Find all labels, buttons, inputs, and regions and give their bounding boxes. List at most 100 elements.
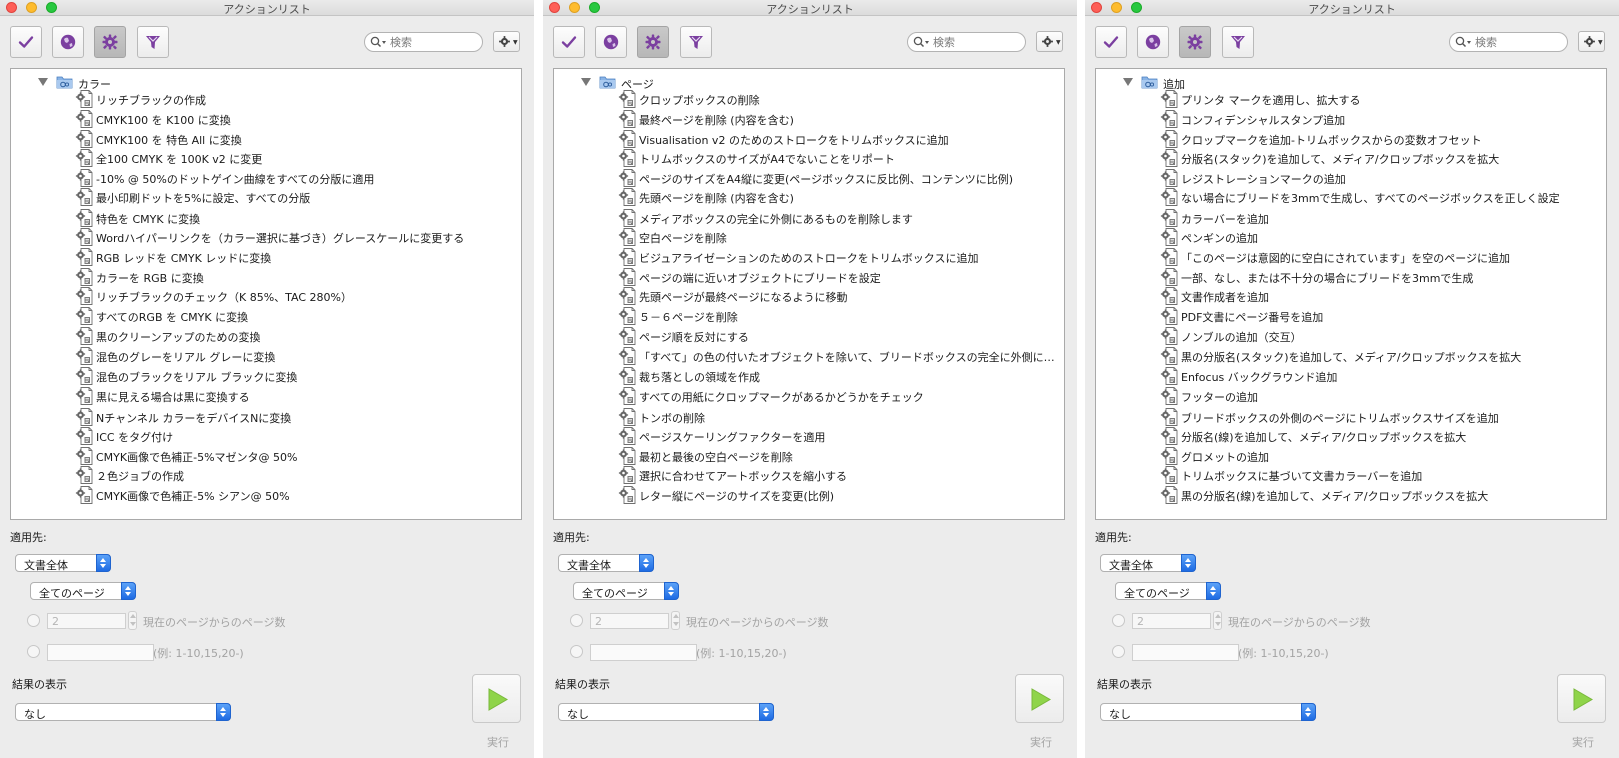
action-list-item[interactable]: ノンブルの追加（交互）	[1160, 326, 1600, 346]
action-list-item[interactable]: ページのサイズをA4縦に変更(ページボックスに反比例、コンテンツに比例)	[618, 168, 1058, 188]
action-list-item[interactable]: クロップマークを追加-トリムボックスからの変数オフセット	[1160, 129, 1600, 149]
page-count-field[interactable]: 2	[47, 613, 126, 629]
apply-scope-select[interactable]: 文書全体	[558, 554, 654, 572]
actions-toolbar-button[interactable]	[1179, 26, 1211, 58]
filter-toolbar-button[interactable]	[137, 26, 169, 58]
disclosure-triangle-icon[interactable]	[581, 78, 591, 86]
results-select[interactable]: なし	[558, 703, 774, 721]
page-range-radio[interactable]	[570, 645, 583, 658]
search-input[interactable]	[933, 35, 1019, 49]
filter-toolbar-button[interactable]	[680, 26, 712, 58]
search-icon[interactable]	[1455, 36, 1473, 51]
action-list-item[interactable]: クロップボックスの削除	[618, 89, 1058, 109]
page-range-field[interactable]	[590, 644, 697, 661]
action-list-item[interactable]: ページ順を反対にする	[618, 326, 1058, 346]
page-count-radio[interactable]	[1112, 614, 1125, 627]
page-range-field[interactable]	[1132, 644, 1239, 661]
action-list-item[interactable]: RGB レッドを CMYK レッドに変換	[75, 247, 515, 267]
page-scope-select[interactable]: 全てのページ	[30, 582, 136, 600]
action-list-item[interactable]: Wordハイパーリンクを（カラー選択に基づき）グレースケールに変更する	[75, 227, 515, 247]
page-scope-select[interactable]: 全てのページ	[1115, 582, 1221, 600]
action-list-item[interactable]: 「このページは意図的に空白にされています」を空のページに追加	[1160, 247, 1600, 267]
action-list-item[interactable]: 裁ち落としの領域を作成	[618, 366, 1058, 386]
action-list-item[interactable]: 混色のグレーをリアル グレーに変換	[75, 346, 515, 366]
action-list-item[interactable]: 特色を CMYK に変換	[75, 208, 515, 228]
run-button[interactable]	[1015, 674, 1064, 723]
action-list-item[interactable]: 最小印刷ドットを5%に設定、すべての分版	[75, 187, 515, 207]
actions-toolbar-button[interactable]	[637, 26, 669, 58]
action-list-item[interactable]: すべての用紙にクロップマークがあるかどうかをチェック	[618, 386, 1058, 406]
search-icon[interactable]	[370, 36, 388, 51]
action-list-item[interactable]: Enfocus バックグラウンド追加	[1160, 366, 1600, 386]
action-list-item[interactable]: トリムボックスに基づいて文書カラーバーを追加	[1160, 465, 1600, 485]
page-count-field[interactable]: 2	[1132, 613, 1211, 629]
action-list-item[interactable]: フッターの追加	[1160, 386, 1600, 406]
search-field[interactable]	[364, 32, 483, 52]
page-range-radio[interactable]	[1112, 645, 1125, 658]
disclosure-triangle-icon[interactable]	[38, 78, 48, 86]
action-tree[interactable]: カラー リッチブラックの作成 CMYK100 を K100 に変換 CMYK100 を…	[10, 68, 522, 520]
action-list-item[interactable]: ビジュアライゼーションのためのストロークをトリムボックスに追加	[618, 247, 1058, 267]
action-list-item[interactable]: 黒に見える場合は黒に変換する	[75, 386, 515, 406]
web-toolbar-button[interactable]	[1137, 26, 1169, 58]
action-list-item[interactable]: 選択に合わせてアートボックスを縮小する	[618, 465, 1058, 485]
action-list-item[interactable]: 黒のクリーンアップのための変換	[75, 326, 515, 346]
action-list-item[interactable]: 黒の分版名(線)を追加して、メディア/クロップボックスを拡大	[1160, 485, 1600, 505]
page-range-field[interactable]	[47, 644, 154, 661]
action-list-item[interactable]: すべてのRGB を CMYK に変換	[75, 306, 515, 326]
action-tree[interactable]: ページ クロップボックスの削除 最終ページを削除 (内容を含む) Visualisat…	[553, 68, 1065, 520]
action-list-item[interactable]: ページスケーリングファクターを適用	[618, 426, 1058, 446]
page-range-radio[interactable]	[27, 645, 40, 658]
action-list-item[interactable]: PDF文書にページ番号を追加	[1160, 306, 1600, 326]
run-button[interactable]	[472, 674, 521, 723]
action-list-item[interactable]: CMYK100 を 特色 All に変換	[75, 129, 515, 149]
options-menu-button[interactable]: ▼	[493, 31, 520, 52]
web-toolbar-button[interactable]	[52, 26, 84, 58]
action-list-item[interactable]: -10% @ 50%のドットゲイン曲線をすべての分版に適用	[75, 168, 515, 188]
search-input[interactable]	[1475, 35, 1561, 49]
action-list-item[interactable]: ２色ジョブの作成	[75, 465, 515, 485]
page-count-radio[interactable]	[570, 614, 583, 627]
action-list-item[interactable]: 先頭ページを削除 (内容を含む)	[618, 187, 1058, 207]
options-menu-button[interactable]: ▼	[1578, 31, 1605, 52]
action-list-item[interactable]: ５－６ページを削除	[618, 306, 1058, 326]
apply-scope-select[interactable]: 文書全体	[15, 554, 111, 572]
action-tree[interactable]: 追加 プリンタ マークを適用し、拡大する コンフィデンシャルスタンプ追加 クロップマー…	[1095, 68, 1607, 520]
action-list-item[interactable]: ページの端に近いオブジェクトにブリードを設定	[618, 267, 1058, 287]
action-list-item[interactable]: トンボの削除	[618, 407, 1058, 427]
action-list-item[interactable]: 全100 CMYK を 100K v2 に変更	[75, 148, 515, 168]
search-field[interactable]	[1449, 32, 1568, 52]
action-list-item[interactable]: 一部、なし、または不十分の場合にブリードを3mmで生成	[1160, 267, 1600, 287]
action-list-item[interactable]: リッチブラックの作成	[75, 89, 515, 109]
page-count-radio[interactable]	[27, 614, 40, 627]
action-list-item[interactable]: 文書作成者を追加	[1160, 286, 1600, 306]
action-list-item[interactable]: ICC をタグ付け	[75, 426, 515, 446]
page-count-stepper[interactable]	[1213, 611, 1222, 630]
action-list-item[interactable]: メディアボックスの完全に外側にあるものを削除します	[618, 208, 1058, 228]
page-count-stepper[interactable]	[671, 611, 680, 630]
options-menu-button[interactable]: ▼	[1036, 31, 1063, 52]
action-list-item[interactable]: カラーを RGB に変換	[75, 267, 515, 287]
page-scope-select[interactable]: 全てのページ	[573, 582, 679, 600]
action-list-item[interactable]: 分版名(スタック)を追加して、メディア/クロップボックスを拡大	[1160, 148, 1600, 168]
action-list-item[interactable]: プリンタ マークを適用し、拡大する	[1160, 89, 1600, 109]
action-list-item[interactable]: ない場合にブリードを3mmで生成し、すべてのページボックスを正しく設定	[1160, 187, 1600, 207]
action-list-item[interactable]: カラーバーを追加	[1160, 208, 1600, 228]
action-list-item[interactable]: 分版名(線)を追加して、メディア/クロップボックスを拡大	[1160, 426, 1600, 446]
action-list-item[interactable]: Visualisation v2 のためのストロークをトリムボックスに追加	[618, 129, 1058, 149]
action-list-item[interactable]: リッチブラックのチェック（K 85%、TAC 280%）	[75, 286, 515, 306]
verify-toolbar-button[interactable]	[1095, 26, 1127, 58]
search-icon[interactable]	[913, 36, 931, 51]
apply-scope-select[interactable]: 文書全体	[1100, 554, 1196, 572]
web-toolbar-button[interactable]	[595, 26, 627, 58]
results-select[interactable]: なし	[1100, 703, 1316, 721]
action-list-item[interactable]: CMYK画像で色補正-5%マゼンタ@ 50%	[75, 446, 515, 466]
action-list-item[interactable]: 最初と最後の空白ページを削除	[618, 446, 1058, 466]
filter-toolbar-button[interactable]	[1222, 26, 1254, 58]
action-list-item[interactable]: レター縦にページのサイズを変更(比例)	[618, 485, 1058, 505]
action-list-item[interactable]: CMYK画像で色補正-5% シアン@ 50%	[75, 485, 515, 505]
action-list-item[interactable]: Nチャンネル カラーをデバイスNに変換	[75, 407, 515, 427]
verify-toolbar-button[interactable]	[553, 26, 585, 58]
results-select[interactable]: なし	[15, 703, 231, 721]
action-list-item[interactable]: ブリードボックスの外側のページにトリムボックスサイズを追加	[1160, 407, 1600, 427]
